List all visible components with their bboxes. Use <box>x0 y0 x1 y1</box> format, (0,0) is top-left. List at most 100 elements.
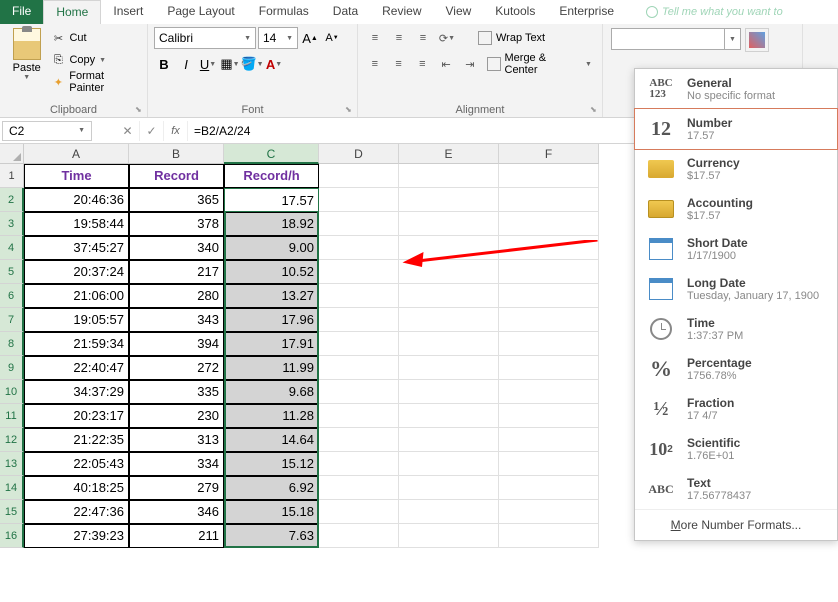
cell-D4[interactable] <box>319 236 399 260</box>
column-header-D[interactable]: D <box>319 144 399 164</box>
font-launcher[interactable]: ⬊ <box>345 105 355 115</box>
alignment-launcher[interactable]: ⬊ <box>590 105 600 115</box>
more-number-formats[interactable]: More Number Formats... <box>635 509 837 540</box>
align-left-button[interactable]: ≡ <box>364 54 386 74</box>
cell-D6[interactable] <box>319 284 399 308</box>
cell-D13[interactable] <box>319 452 399 476</box>
align-right-button[interactable]: ≡ <box>411 54 433 74</box>
cell-E9[interactable] <box>399 356 499 380</box>
cell-D16[interactable] <box>319 524 399 548</box>
format-long-date[interactable]: Long DateTuesday, January 17, 1900 <box>635 269 837 309</box>
cell-B5[interactable]: 217 <box>129 260 224 284</box>
cell-C13[interactable]: 15.12 <box>224 452 319 476</box>
copy-button[interactable]: ⎘ Copy ▼ <box>51 50 141 70</box>
cell-F8[interactable] <box>499 332 599 356</box>
cell-E6[interactable] <box>399 284 499 308</box>
cell-C3[interactable]: 18.92 <box>224 212 319 236</box>
cell-E2[interactable] <box>399 188 499 212</box>
row-header-1[interactable]: 1 <box>0 164 24 188</box>
font-name-combo[interactable]: Calibri ▼ <box>154 27 256 49</box>
tab-page-layout[interactable]: Page Layout <box>155 0 246 24</box>
cell-E12[interactable] <box>399 428 499 452</box>
column-header-E[interactable]: E <box>399 144 499 164</box>
row-header-3[interactable]: 3 <box>0 212 24 236</box>
cell-C8[interactable]: 17.91 <box>224 332 319 356</box>
row-header-2[interactable]: 2 <box>0 188 24 212</box>
cell-D11[interactable] <box>319 404 399 428</box>
cell-B14[interactable]: 279 <box>129 476 224 500</box>
cell-A16[interactable]: 27:39:23 <box>24 524 129 548</box>
cell-D15[interactable] <box>319 500 399 524</box>
row-header-11[interactable]: 11 <box>0 404 24 428</box>
cell-C12[interactable]: 14.64 <box>224 428 319 452</box>
cell-B2[interactable]: 365 <box>129 188 224 212</box>
row-header-5[interactable]: 5 <box>0 260 24 284</box>
cell-E7[interactable] <box>399 308 499 332</box>
cell-F3[interactable] <box>499 212 599 236</box>
select-all-corner[interactable] <box>0 144 24 164</box>
cell-E1[interactable] <box>399 164 499 188</box>
cell-E15[interactable] <box>399 500 499 524</box>
wrap-text-button[interactable]: Wrap Text <box>474 27 549 49</box>
column-header-B[interactable]: B <box>129 144 224 164</box>
cell-A10[interactable]: 34:37:29 <box>24 380 129 404</box>
format-scientific[interactable]: 102 Scientific1.76E+01 <box>635 429 837 469</box>
merge-center-button[interactable]: Merge & Center ▼ <box>483 53 596 75</box>
row-header-8[interactable]: 8 <box>0 332 24 356</box>
cell-B11[interactable]: 230 <box>129 404 224 428</box>
tab-data[interactable]: Data <box>321 0 370 24</box>
cancel-formula-button[interactable]: ✕ <box>116 121 140 141</box>
enter-formula-button[interactable]: ✓ <box>140 121 164 141</box>
decrease-indent-button[interactable]: ⇤ <box>435 54 457 74</box>
cell-D5[interactable] <box>319 260 399 284</box>
tab-formulas[interactable]: Formulas <box>247 0 321 24</box>
cell-A14[interactable]: 40:18:25 <box>24 476 129 500</box>
cell-C15[interactable]: 15.18 <box>224 500 319 524</box>
format-accounting[interactable]: Accounting$17.57 <box>635 189 837 229</box>
shrink-font-button[interactable]: A▼ <box>322 27 342 49</box>
cell-D3[interactable] <box>319 212 399 236</box>
align-bottom-button[interactable]: ≡ <box>412 28 434 48</box>
cell-D10[interactable] <box>319 380 399 404</box>
row-header-13[interactable]: 13 <box>0 452 24 476</box>
border-button[interactable]: ▦▼ <box>220 53 240 75</box>
cell-B15[interactable]: 346 <box>129 500 224 524</box>
cell-C4[interactable]: 9.00 <box>224 236 319 260</box>
cell-E8[interactable] <box>399 332 499 356</box>
align-top-button[interactable]: ≡ <box>364 28 386 48</box>
cell-D9[interactable] <box>319 356 399 380</box>
tab-kutools[interactable]: Kutools <box>483 0 547 24</box>
number-format-combo[interactable]: ▼ <box>611 28 741 50</box>
row-header-6[interactable]: 6 <box>0 284 24 308</box>
tab-home[interactable]: Home <box>43 0 101 24</box>
column-header-C[interactable]: C <box>224 144 319 164</box>
cell-D14[interactable] <box>319 476 399 500</box>
cell-C14[interactable]: 6.92 <box>224 476 319 500</box>
cell-B13[interactable]: 334 <box>129 452 224 476</box>
row-header-9[interactable]: 9 <box>0 356 24 380</box>
cell-B4[interactable]: 340 <box>129 236 224 260</box>
cell-F9[interactable] <box>499 356 599 380</box>
cut-button[interactable]: ✂ Cut <box>51 28 141 48</box>
row-header-4[interactable]: 4 <box>0 236 24 260</box>
tab-file[interactable]: File <box>0 0 43 24</box>
cell-C9[interactable]: 11.99 <box>224 356 319 380</box>
tab-view[interactable]: View <box>434 0 484 24</box>
row-header-16[interactable]: 16 <box>0 524 24 548</box>
font-size-combo[interactable]: 14 ▼ <box>258 27 298 49</box>
row-header-15[interactable]: 15 <box>0 500 24 524</box>
format-currency[interactable]: Currency$17.57 <box>635 149 837 189</box>
cell-A12[interactable]: 21:22:35 <box>24 428 129 452</box>
format-short-date[interactable]: Short Date1/17/1900 <box>635 229 837 269</box>
cell-E5[interactable] <box>399 260 499 284</box>
cell-C16[interactable]: 7.63 <box>224 524 319 548</box>
cell-F12[interactable] <box>499 428 599 452</box>
paste-button[interactable]: Paste ▼ <box>6 26 47 98</box>
name-box[interactable]: C2 ▼ <box>2 121 92 141</box>
column-header-F[interactable]: F <box>499 144 599 164</box>
cell-F1[interactable] <box>499 164 599 188</box>
cell-F11[interactable] <box>499 404 599 428</box>
cell-E11[interactable] <box>399 404 499 428</box>
cell-D2[interactable] <box>319 188 399 212</box>
cell-F2[interactable] <box>499 188 599 212</box>
